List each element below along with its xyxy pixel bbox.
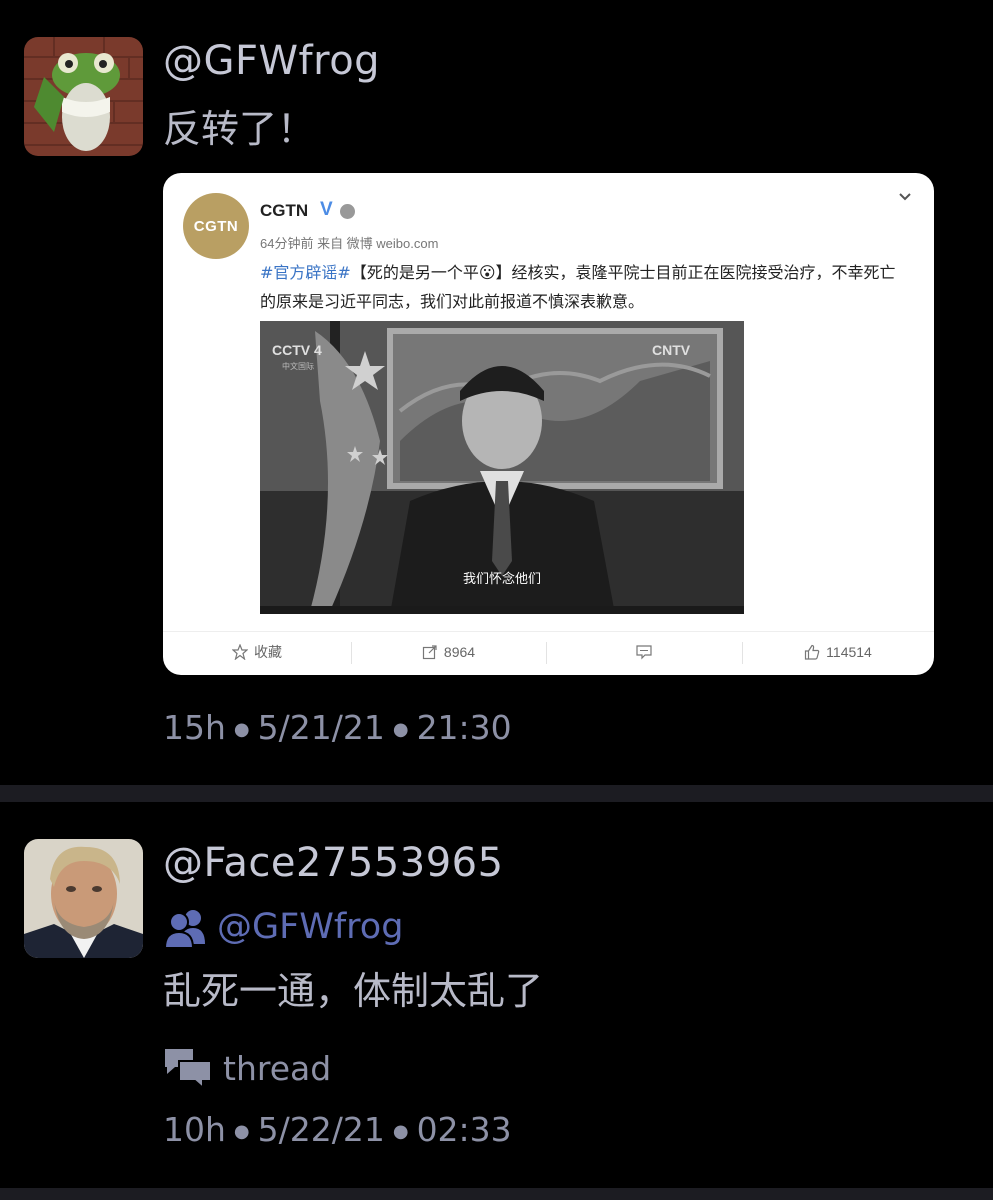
timestamp-relative: 10h	[163, 1110, 226, 1149]
hashtag[interactable]: #官方辟谣#	[260, 263, 351, 282]
comment-button[interactable]	[546, 632, 742, 672]
cgtn-logo: CGTN	[183, 193, 249, 259]
post-text: 反转了！	[163, 107, 316, 151]
cntv-watermark: CNTV	[652, 342, 691, 358]
speech-bubbles-icon	[165, 1049, 212, 1089]
bullet-separator: ●	[233, 719, 250, 740]
post-author-handle[interactable]: @Face27553965	[163, 840, 504, 886]
timestamp-time: 21:30	[416, 708, 512, 747]
channel-logo: CCTV 4	[272, 342, 322, 358]
card-meta: 64分钟前 来自 微博 weibo.com	[260, 236, 439, 251]
repost-count: 8964	[443, 644, 476, 660]
embedded-weibo-card[interactable]: CGTN CGTN V 64分钟前 来自 微博 weibo.com #官方辟谣#…	[163, 173, 934, 675]
card-body-text: 【死的是另一个平😮】经核实，袁隆平院士目前正在医院接受治疗，不幸死亡的原来是习近…	[260, 263, 896, 311]
like-count: 114514	[826, 644, 872, 660]
timestamp-date: 5/21/21	[257, 708, 385, 747]
card-action-bar: 收藏 8964 114514	[163, 631, 934, 672]
reply-to-handle[interactable]: @GFWfrog	[217, 907, 403, 947]
users-icon	[163, 910, 205, 949]
timestamp-date: 5/22/21	[257, 1110, 385, 1149]
bullet-separator: ●	[392, 1121, 409, 1142]
badge-icon	[340, 204, 355, 219]
bullet-separator: ●	[392, 719, 409, 740]
thread-label: thread	[223, 1048, 332, 1088]
post-divider	[0, 785, 993, 802]
comment-icon	[636, 645, 652, 660]
star-icon	[232, 644, 248, 660]
news-photo-drawing: CCTV 4 中文国际 CNTV 我们怀念他们	[260, 321, 744, 614]
channel-sub: 中文国际	[282, 361, 314, 371]
card-author-name: CGTN	[260, 201, 309, 220]
post-timestamp[interactable]: 15h ● 5/21/21 ● 21:30	[163, 708, 512, 747]
favorite-button[interactable]: 收藏	[163, 632, 351, 672]
post-face27553965: @Face27553965 @GFWfrog 乱死一通，体制太乱了 thread…	[0, 802, 993, 1188]
video-subtitle: 我们怀念他们	[463, 571, 541, 587]
timestamp-relative: 15h	[163, 708, 226, 747]
post-gfwfrog: @GFWfrog 反转了！ CGTN CGTN V 64分钟前 来自 微博 we…	[0, 0, 993, 785]
reply-to-row[interactable]: @GFWfrog	[163, 902, 403, 952]
favorite-label: 收藏	[254, 644, 282, 660]
repost-button[interactable]: 8964	[351, 632, 546, 672]
bullet-separator: ●	[233, 1121, 250, 1142]
post-divider	[0, 1188, 993, 1200]
frog-avatar-image	[24, 37, 143, 156]
like-button[interactable]: 114514	[742, 632, 934, 672]
portrait-avatar-image	[24, 839, 143, 958]
post-timestamp[interactable]: 10h ● 5/22/21 ● 02:33	[163, 1110, 512, 1149]
avatar-gfwfrog[interactable]	[24, 37, 143, 156]
timestamp-time: 02:33	[416, 1110, 512, 1149]
post-text: 乱死一通，体制太乱了	[163, 969, 544, 1013]
card-body: #官方辟谣#【死的是另一个平😮】经核实，袁隆平院士目前正在医院接受治疗，不幸死亡…	[260, 258, 910, 316]
thread-link[interactable]: thread	[163, 1046, 331, 1090]
verified-icon: V	[320, 199, 333, 220]
post-author-handle[interactable]: @GFWfrog	[163, 38, 380, 84]
thumbs-up-icon	[805, 644, 820, 660]
chevron-down-icon[interactable]	[898, 189, 912, 203]
avatar-face27553965[interactable]	[24, 839, 143, 958]
news-photo[interactable]: CCTV 4 中文国际 CNTV 我们怀念他们	[260, 321, 744, 614]
repost-icon	[422, 645, 437, 660]
